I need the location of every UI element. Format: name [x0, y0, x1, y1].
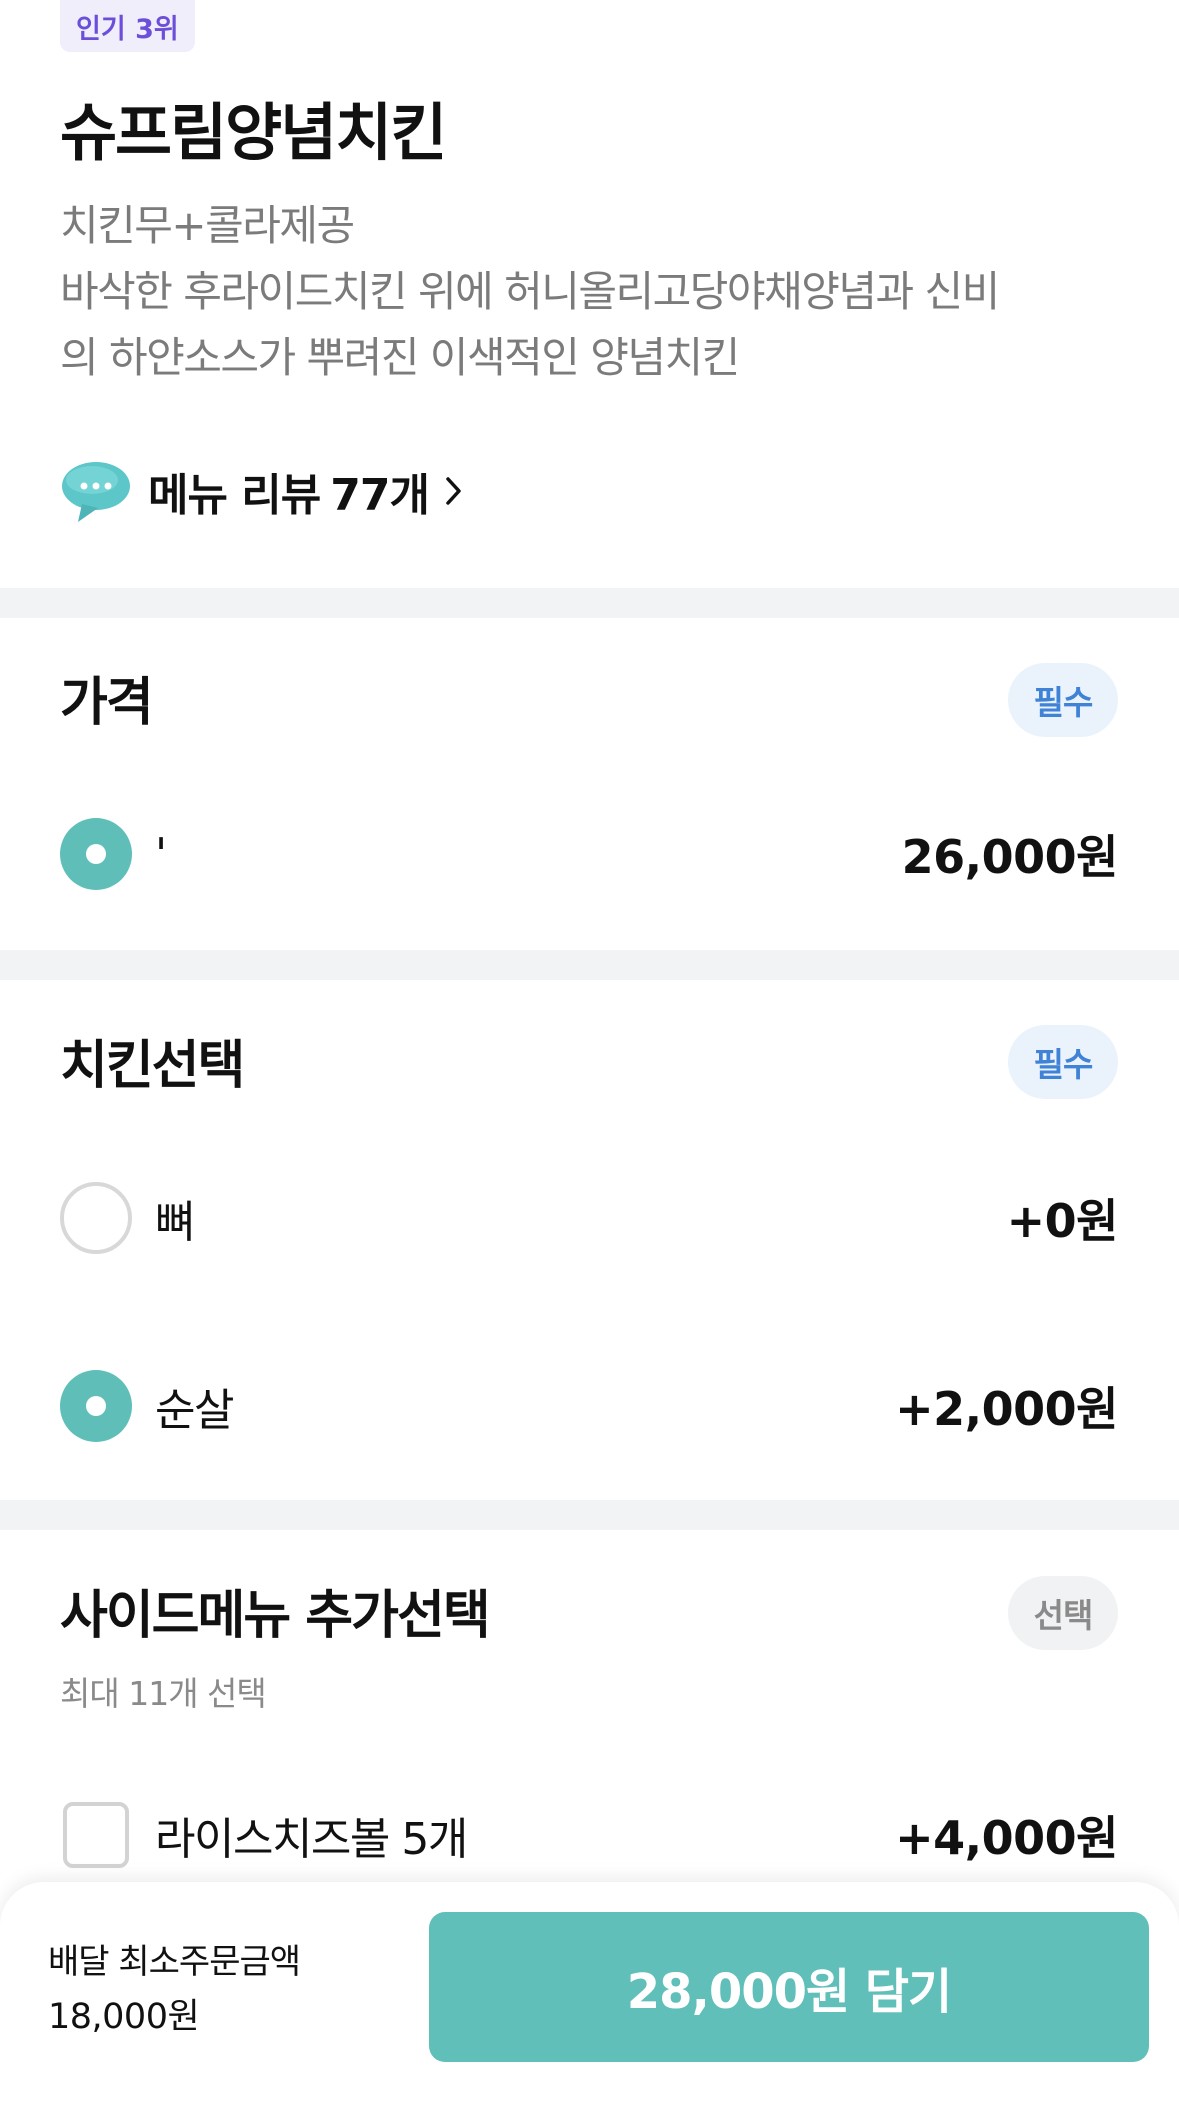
menu-description: 치킨무+콜라제공 바삭한 후라이드치킨 위에 허니올리고당야채양념과 신비 의 … [60, 193, 1120, 391]
speech-bubble-icon [62, 462, 130, 522]
option-row[interactable]: 순살 +2,000원 [0, 1370, 1179, 1442]
section-divider [0, 950, 1179, 980]
review-label: 메뉴 리뷰 [148, 470, 321, 521]
menu-option-page: 인기 3위 슈프림양념치킨 치킨무+콜라제공 바삭한 후라이드치킨 위에 허니올… [0, 0, 1179, 2116]
radio-button-selected[interactable] [60, 1370, 132, 1442]
option-price: 26,000원 [901, 830, 1119, 884]
option-label: ' [155, 828, 167, 880]
review-count: 77개 [330, 470, 430, 521]
menu-review-link[interactable]: 메뉴 리뷰 77개 [60, 458, 465, 524]
option-row[interactable]: 뼈 +0원 [0, 1182, 1179, 1254]
add-to-cart-button[interactable]: 28,000원 담기 [429, 1912, 1149, 2062]
radio-button-unselected[interactable] [60, 1182, 132, 1254]
group-title-price: 가격 [60, 673, 154, 733]
option-row[interactable]: ' 26,000원 [0, 818, 1179, 890]
menu-title: 슈프림양념치킨 [60, 96, 447, 169]
menu-description-line: 바삭한 후라이드치킨 위에 허니올리고당야채양념과 신비 [60, 267, 1000, 316]
option-price: +4,000원 [895, 1811, 1118, 1865]
option-label: 뼈 [155, 1197, 195, 1248]
required-badge: 필수 [1008, 663, 1118, 737]
group-title-chicken: 치킨선택 [60, 1036, 245, 1096]
min-order-label: 배달 최소주문금액 [48, 1942, 301, 1982]
min-order-value: 18,000원 [48, 1997, 200, 2037]
option-label: 라이스치즈볼 5개 [155, 1814, 468, 1865]
group-title-side-menu: 사이드메뉴 추가선택 [60, 1586, 491, 1646]
required-badge: 필수 [1008, 1025, 1118, 1099]
section-divider [0, 1500, 1179, 1530]
checkbox[interactable] [63, 1802, 129, 1868]
rank-badge: 인기 3위 [60, 0, 195, 52]
option-price: +0원 [1006, 1194, 1119, 1248]
radio-button-selected[interactable] [60, 818, 132, 890]
option-label: 순살 [155, 1385, 234, 1436]
chevron-right-icon [446, 477, 461, 505]
section-divider [0, 588, 1179, 618]
option-price: +2,000원 [895, 1382, 1118, 1436]
menu-description-line: 치킨무+콜라제공 [60, 201, 355, 250]
group-subtitle: 최대 11개 선택 [60, 1674, 267, 1713]
menu-description-line: 의 하얀소스가 뿌려진 이색적인 양념치킨 [60, 333, 740, 382]
optional-badge: 선택 [1008, 1576, 1118, 1650]
bottom-bar: 배달 최소주문금액 18,000원 28,000원 담기 [0, 1882, 1179, 2116]
option-row[interactable]: 라이스치즈볼 5개 +4,000원 [0, 1799, 1179, 1871]
